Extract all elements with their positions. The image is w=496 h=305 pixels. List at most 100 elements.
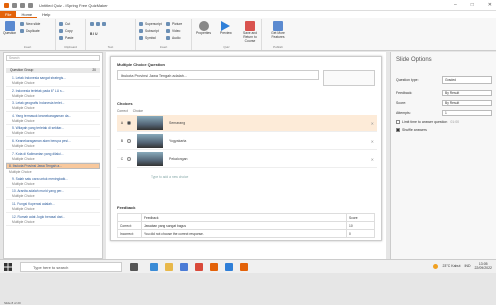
question-type: Multiple Choice [12,156,35,161]
maximize-icon[interactable]: □ [471,2,474,8]
preview-button[interactable]: Preview [220,21,232,35]
correct-radio[interactable] [127,157,131,161]
question-list-item[interactable]: 7. Kota di Kalimantan yang dilalui... Mul… [6,151,100,163]
question-list-item[interactable]: 11. Fungsi Koperasi adalah... Multiple Ch… [6,201,100,213]
save-return-icon [245,21,255,31]
word-icon[interactable] [225,263,233,271]
language-indicator[interactable]: IND [464,264,470,268]
attempts-select[interactable]: 1 [442,110,492,116]
picture-button[interactable]: Picture [166,22,182,26]
superscript-label: Superscript [145,22,162,26]
superscript-button[interactable]: Superscript [139,22,162,26]
search-input[interactable]: Search [6,55,100,61]
delete-icon[interactable]: ✕ [371,157,374,162]
choice-label[interactable]: Semarang [169,121,185,125]
clock[interactable]: 13:05 22/09/2022 [474,262,492,270]
question-list-item[interactable]: 12. Rumah adat Joglo berasal dari... Mult… [6,214,100,226]
close-icon[interactable]: ✕ [488,2,492,8]
cut-button[interactable]: Cut [59,22,70,26]
choice-image [137,134,163,148]
menu-help[interactable]: Help [37,12,55,17]
chrome-icon[interactable] [195,263,203,271]
question-title: 9. Salah satu cara untuk meningkatk... [12,176,69,181]
add-choice-input[interactable]: Type to add a new choice [151,175,188,179]
question-icon [4,21,15,31]
shuffle-checkbox[interactable] [396,128,400,132]
copy-button[interactable]: Copy [59,29,73,33]
question-list-item[interactable]: 8. Ibukota Provinsi Jawa Tengah a... Mult… [6,163,100,174]
menu-file[interactable]: File [0,11,17,18]
get-more-button[interactable]: Get More Features [266,21,290,39]
fb-correct-score[interactable]: 10 [346,221,375,230]
question-list-item[interactable]: 3. Letak geografis Indonesia terlet... Mu… [6,100,100,113]
task-view-icon[interactable] [130,263,138,271]
choice-label[interactable]: Pekalongan [169,157,188,161]
limit-time-checkbox[interactable] [396,120,400,124]
question-text-input[interactable]: Ibukota Provinsi Jawa Tengah adalah... [117,70,319,80]
question-label: Question [3,31,17,35]
video-button[interactable]: Video [166,29,180,33]
menu-home[interactable]: Home [16,12,38,18]
audio-button[interactable]: Audio [166,36,180,40]
correct-radio[interactable] [127,139,131,143]
question-list-item[interactable]: 1. Letak Indonesia sangat strategis... Mu… [6,75,100,87]
folder-icon[interactable] [165,263,173,271]
choice-header: Choice [132,109,143,113]
redo-icon[interactable] [28,2,33,8]
question-list-item[interactable]: 4. Yang termasuk keanekaragaman da... Mul… [6,113,100,125]
group-caption: Text [107,45,114,49]
question-type-select[interactable]: Graded [442,76,492,84]
question-list-item[interactable]: 2. Indonesia terletak pada 6° LU s... Mul… [6,88,100,100]
choice-row[interactable]: C Pekalongan ✕ [117,151,377,168]
store-icon[interactable] [180,263,188,271]
score-select[interactable]: By Result [442,100,492,106]
choice-label[interactable]: Yogyakarta [169,139,186,143]
question-group-header[interactable]: Question Group 20 [6,68,100,73]
limit-time-value[interactable]: 01:00 [450,120,459,124]
delete-icon[interactable]: ✕ [371,139,374,144]
picture-icon [166,22,170,26]
symbol-button[interactable]: Symbol [139,36,156,40]
correct-radio[interactable] [127,121,131,125]
question-title: 2. Indonesia terletak pada 6° LU s... [12,88,65,93]
ribbon-group-quiz: Properties Preview Save and Return to Co… [192,19,262,50]
fb-incorrect-score[interactable]: 0 [346,229,375,238]
save-icon[interactable] [12,2,17,8]
edge-icon[interactable] [150,263,158,271]
minimize-icon[interactable]: – [454,2,457,8]
preview-label: Preview [220,31,232,35]
question-list-item[interactable]: 9. Salah satu cara untuk meningkatk... Mu… [6,176,100,188]
fb-empty-header [117,213,142,222]
quizmaker-icon[interactable] [240,263,248,271]
slide-options-title: Slide Options [396,57,432,63]
question-type: Multiple Choice [12,118,35,123]
undo-icon[interactable] [20,2,25,8]
delete-icon[interactable]: ✕ [371,121,374,126]
duplicate-button[interactable]: Duplicate [20,29,40,33]
feedback-select[interactable]: By Result [442,90,492,96]
font-controls[interactable] [90,22,106,26]
question-button[interactable]: Question [3,21,16,35]
taskbar-search[interactable]: Type here to search [20,262,122,272]
save-return-button[interactable]: Save and Return to Course [238,21,262,43]
choice-image [137,152,163,166]
choice-row[interactable]: B Yogyakarta ✕ [117,133,377,150]
paste-button[interactable]: Paste [59,36,73,40]
new-slide-button[interactable]: New slide [20,22,40,26]
properties-button[interactable]: Properties [196,21,211,35]
question-list-item[interactable]: 5. Wilayah yang terletak di sekitar... Mu… [6,125,100,138]
subscript-button[interactable]: Subscript [139,29,159,33]
format-controls[interactable]: B I U [90,32,98,36]
duplicate-label: Duplicate [26,29,40,33]
choice-row[interactable]: A Semarang ✕ [117,115,377,132]
windows-start-icon[interactable] [4,263,12,271]
media-box[interactable] [323,70,375,86]
question-type-label: Question type: [396,78,419,82]
choices-label: Choices [117,101,133,106]
question-list-item[interactable]: 10. Aranita adalah murid yang per... Mult… [6,188,100,201]
fb-correct-text[interactable]: Jawaban yang sangat bagus [141,221,347,230]
powerpoint-icon[interactable] [210,263,218,271]
fb-incorrect-text[interactable]: You did not choose the correct response. [141,229,347,238]
question-list-item[interactable]: 6. Keanekaragaman alam berupa pesi... Mul… [6,138,100,150]
correct-header: Correct [117,109,128,113]
